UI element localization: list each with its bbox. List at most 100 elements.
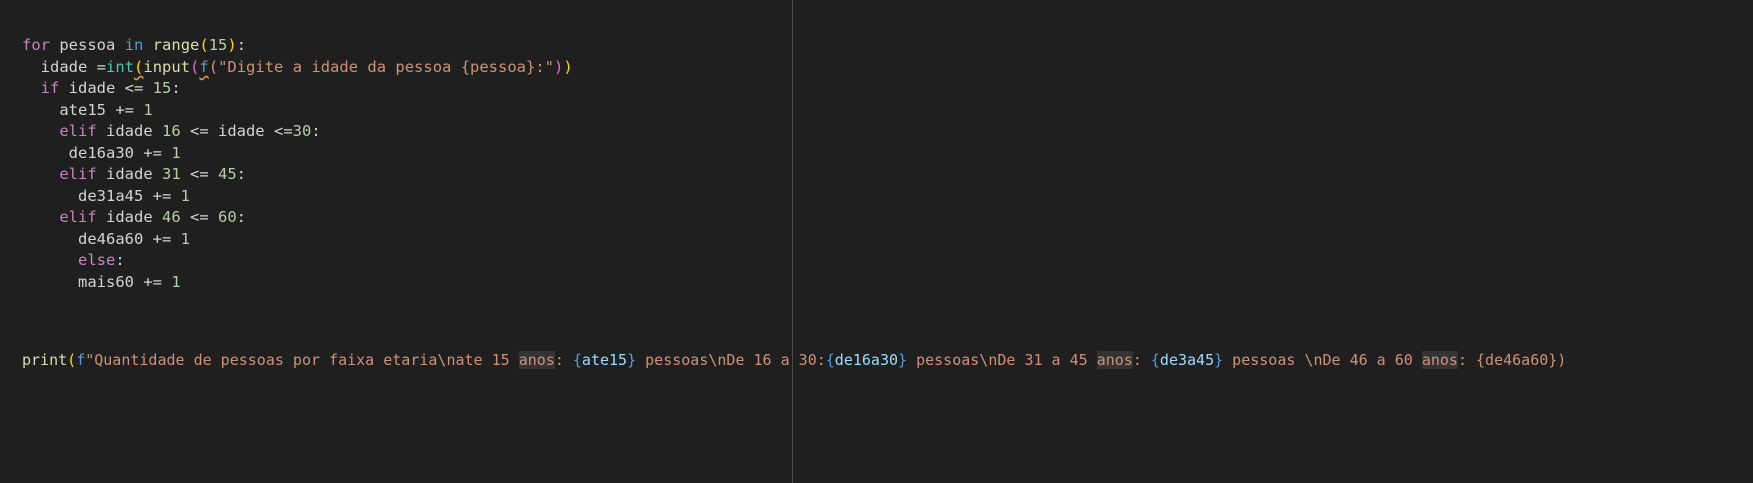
number: 1 (171, 273, 181, 291)
variable: de46a60 (78, 230, 144, 248)
fstring-prefix: f (76, 351, 86, 369)
keyword-in: in (124, 36, 144, 54)
interpolation-brace: { (572, 351, 582, 369)
code-line-1[interactable]: for pessoa in range(15): (22, 34, 246, 58)
highlighted-word: anos (1096, 351, 1133, 369)
variable: de31a45 (78, 187, 144, 205)
interpolation-brace: } (898, 351, 908, 369)
keyword-elif: elif (59, 165, 97, 183)
function-name: input (143, 58, 191, 76)
variable: idade (59, 79, 125, 97)
variable: idade (96, 122, 162, 140)
interpolation-brace: { (825, 351, 835, 369)
code-line-9[interactable]: elif idade 46 <= 60: (22, 206, 246, 230)
bracket: ( (199, 36, 209, 54)
colon: : (311, 122, 321, 140)
operator: += (143, 230, 181, 248)
highlighted-word: anos (518, 351, 555, 369)
colon: : (236, 208, 246, 226)
bracket: ( (67, 351, 77, 369)
number: 46 (161, 208, 181, 226)
function-name: int (106, 58, 135, 76)
variable: ate15 (59, 101, 106, 119)
vertical-ruler (792, 0, 793, 483)
bracket: ( (208, 58, 219, 76)
colon: : (236, 165, 246, 183)
highlighted-word: anos (1421, 351, 1458, 369)
code-line-5[interactable]: elif idade 16 <= idade <=30: (22, 120, 321, 144)
code-line-print[interactable]: print(f"Quantidade de pessoas por faixa … (22, 349, 1566, 373)
interpolated-variable: ate15 (581, 351, 628, 369)
string-literal: pessoas\nDe 16 a 30: (636, 351, 826, 369)
number: 1 (171, 144, 181, 162)
bracket: ( (134, 58, 144, 76)
operator: <= (180, 165, 218, 183)
number: 16 (161, 122, 181, 140)
code-editor[interactable]: for pessoa in range(15): idade =int(inpu… (0, 0, 1753, 483)
interpolation-brace: } (1214, 351, 1224, 369)
number: 1 (180, 230, 190, 248)
string-literal: pessoas \nDe 46 a 60 (1223, 351, 1422, 369)
code-line-7[interactable]: elif idade 31 <= 45: (22, 163, 246, 187)
variable: idade (40, 58, 88, 76)
operator: += (134, 273, 172, 291)
string-literal: "Digite a idade da pessoa {pessoa}:" (218, 58, 555, 76)
operator: <= (264, 122, 293, 140)
operator: <= (180, 122, 218, 140)
operator: += (106, 101, 144, 119)
variable: idade (96, 208, 162, 226)
string-literal: pessoas\nDe 31 a 45 (907, 351, 1097, 369)
variable: mais60 (78, 273, 134, 291)
colon: : (236, 36, 247, 54)
number: 1 (180, 187, 190, 205)
function-name: range (152, 36, 200, 54)
code-line-3[interactable]: if idade <= 15: (22, 77, 181, 101)
string-literal: "Quantidade de pessoas por faixa etaria\… (85, 351, 519, 369)
function-name: print (22, 351, 68, 369)
string-literal: : (554, 351, 573, 369)
interpolation-brace: { (1150, 351, 1160, 369)
interpolated-variable: de3a45 (1159, 351, 1215, 369)
interpolated-variable: de16a30 (834, 351, 899, 369)
variable: idade (217, 122, 265, 140)
keyword-if: if (40, 79, 60, 97)
keyword-else: else (78, 251, 116, 269)
operator: += (143, 187, 181, 205)
colon: : (115, 251, 125, 269)
number: 60 (217, 208, 237, 226)
number: 45 (217, 165, 237, 183)
interpolation-brace: } (627, 351, 637, 369)
colon: : (171, 79, 181, 97)
keyword-for: for (22, 36, 50, 54)
number: 15 (143, 79, 172, 97)
operator: = (87, 58, 107, 76)
keyword-elif: elif (59, 122, 97, 140)
string-literal: : (1132, 351, 1151, 369)
number: 15 (208, 36, 228, 54)
number: 31 (161, 165, 181, 183)
bracket: ) (563, 58, 573, 76)
operator: <= (180, 208, 218, 226)
code-line-12[interactable]: mais60 += 1 (22, 271, 181, 295)
variable: idade (96, 165, 162, 183)
number: 30 (292, 122, 312, 140)
code-line-11[interactable]: else: (22, 249, 125, 273)
bracket: ) (554, 58, 564, 76)
string-literal: : {de46a60}) (1457, 351, 1567, 369)
variable: de16a30 (68, 144, 134, 162)
keyword-elif: elif (59, 208, 97, 226)
bracket: ( (190, 58, 200, 76)
variable: pessoa (59, 36, 116, 54)
operator: += (134, 144, 172, 162)
